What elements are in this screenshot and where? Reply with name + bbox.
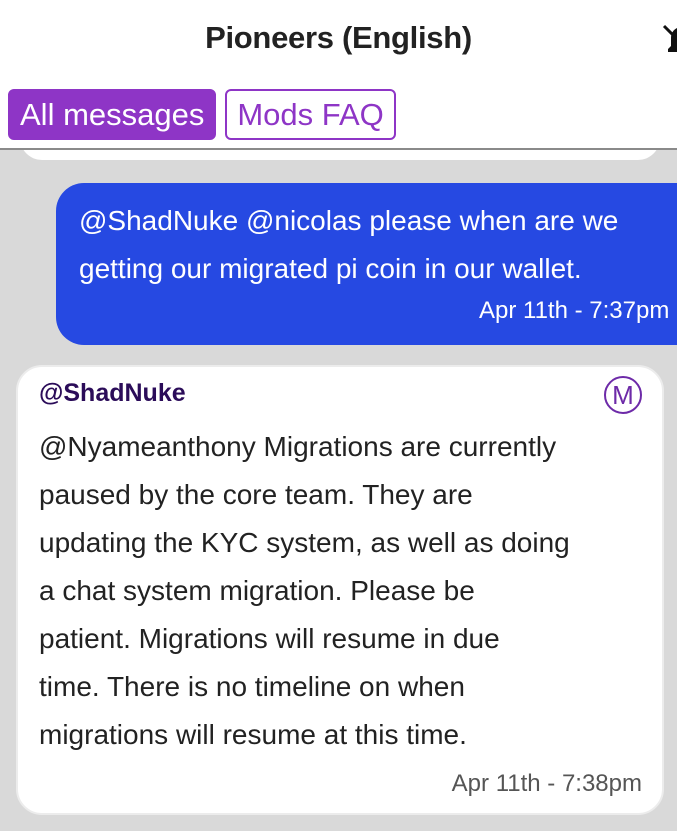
message-timestamp: Apr 11th - 7:37pm (479, 297, 670, 324)
chat-header: Pioneers (English) All messages Mods FAQ (0, 0, 677, 150)
tab-bar: All messages Mods FAQ (8, 89, 396, 140)
message-text: @ShadNuke @nicolas please when are we ge… (79, 205, 619, 284)
bell-slash-icon[interactable] (660, 22, 677, 62)
message-text: @Nyameanthony Migrations are currently p… (39, 431, 570, 750)
message-list[interactable]: @ShadNuke @nicolas please when are we ge… (0, 150, 677, 831)
tab-mods-faq[interactable]: Mods FAQ (225, 89, 396, 140)
tab-all-messages[interactable]: All messages (8, 89, 217, 140)
moderator-badge-icon: M (604, 376, 642, 414)
message-timestamp: Apr 11th - 7:38pm (451, 770, 642, 797)
outgoing-message[interactable]: @ShadNuke @nicolas please when are we ge… (56, 183, 677, 345)
previous-message-bubble (20, 150, 660, 160)
sender-name[interactable]: @ShadNuke (39, 379, 186, 408)
incoming-message[interactable]: @ShadNuke M @Nyameanthony Migrations are… (16, 365, 664, 815)
chat-title: Pioneers (English) (205, 20, 472, 55)
